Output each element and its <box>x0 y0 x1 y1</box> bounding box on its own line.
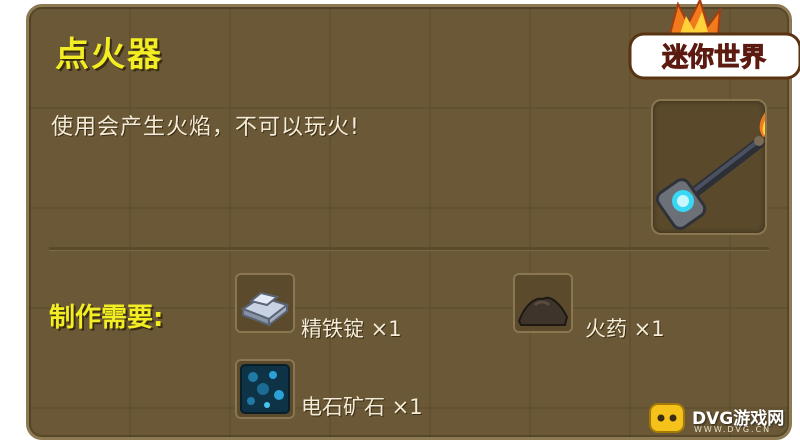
logo-text: 迷你世界 <box>662 43 766 73</box>
material-slot-gunpowder <box>513 273 573 333</box>
item-description: 使用会产生火焰，不可以玩火! <box>51 115 360 140</box>
material-slot-carbide-ore <box>235 359 295 419</box>
material-name-iron-ingot: 精铁锭 ×1 <box>301 317 402 341</box>
crafting-requirements-label: 制作需要: <box>49 303 164 333</box>
site-watermark: DVG游戏网 WWW.DVG.CN <box>648 398 798 440</box>
section-divider <box>49 247 769 251</box>
watermark-url: WWW.DVG.CN <box>694 425 772 434</box>
gunpowder-icon <box>517 296 569 326</box>
item-icon-frame <box>651 99 774 235</box>
iron-ingot-icon <box>240 291 290 328</box>
carbide-ore-icon <box>240 364 290 414</box>
material-name-gunpowder: 火药 ×1 <box>585 317 665 341</box>
igniter-icon <box>655 107 774 230</box>
game-logo: 迷你世界 <box>610 0 800 90</box>
material-name-carbide-ore: 电石矿石 ×1 <box>301 395 423 419</box>
material-slot-iron-ingot <box>235 273 295 333</box>
item-title: 点火器 <box>55 35 163 75</box>
